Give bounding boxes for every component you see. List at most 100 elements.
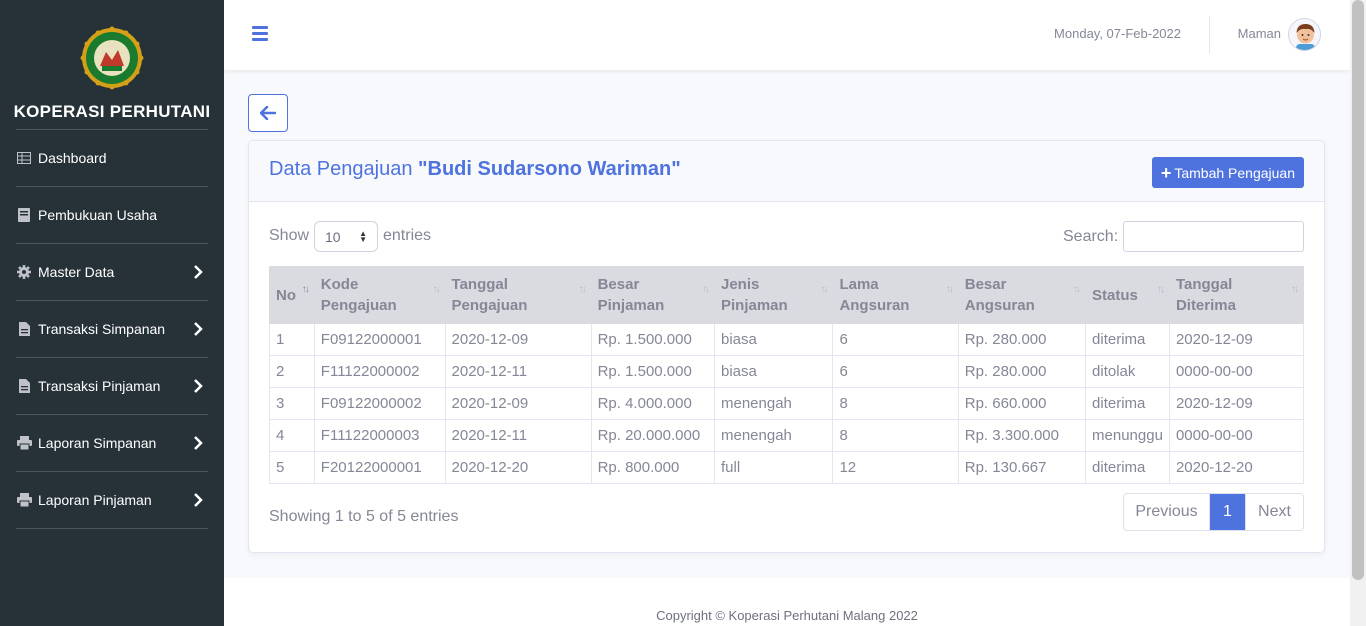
table-cell: Rp. 130.667 bbox=[957, 451, 1087, 484]
page-scrollbar[interactable] bbox=[1350, 0, 1366, 626]
table-cell: 2020-12-09 bbox=[444, 387, 592, 420]
back-button[interactable] bbox=[248, 94, 288, 132]
table-cell: Rp. 1.500.000 bbox=[590, 323, 716, 356]
sort-icon: ↑↓ bbox=[578, 284, 587, 295]
select-arrows-icon: ▲ ▼ bbox=[359, 229, 367, 244]
table-cell: Rp. 280.000 bbox=[957, 323, 1087, 356]
column-header[interactable]: No ↑↓ bbox=[269, 266, 315, 324]
sort-icon: ↑↓ bbox=[702, 284, 710, 295]
topbar-divider bbox=[1209, 16, 1210, 54]
column-header-line2: Pengajuan bbox=[451, 297, 528, 314]
column-header-line2: Angsuran bbox=[839, 297, 910, 314]
chevron-right-icon bbox=[194, 493, 203, 507]
table-cell: 2020-12-20 bbox=[444, 451, 592, 484]
table-cell: 2 bbox=[269, 355, 315, 388]
pengajuan-table: No ↑↓ Kode Pengajuan ↑↓ Tanggal Pengajuan ↑↓ Bes… bbox=[269, 266, 1305, 484]
chevron-right-icon bbox=[194, 322, 203, 336]
sidebar-item-label: Transaksi Pinjaman bbox=[38, 378, 161, 394]
tambah-pengajuan-button[interactable]: + Tambah Pengajuan bbox=[1151, 157, 1304, 188]
page-length-select[interactable]: 10 ▲ ▼ bbox=[314, 221, 378, 252]
footer: Copyright © Koperasi Perhutani Malang 20… bbox=[224, 578, 1350, 626]
sidebar-item-laporan-pinjaman[interactable]: Laporan Pinjaman bbox=[0, 472, 224, 528]
next-page-button[interactable]: Next bbox=[1245, 494, 1303, 530]
column-header-line1: Tanggal bbox=[1175, 276, 1233, 293]
table-cell: diterima bbox=[1085, 451, 1170, 484]
column-header[interactable]: Jenis Pinjaman ↑↓ bbox=[713, 266, 834, 324]
table-cell: F09122000001 bbox=[313, 323, 446, 356]
table-cell: menengah bbox=[713, 387, 834, 420]
chevron-right-icon bbox=[194, 265, 203, 279]
column-header-line2: Pinjaman bbox=[597, 297, 665, 314]
table-icon bbox=[16, 150, 32, 166]
column-header[interactable]: Lama Angsuran ↑↓ bbox=[832, 266, 959, 324]
sidebar-item-label: Pembukuan Usaha bbox=[38, 207, 158, 223]
search-label: Search: bbox=[1063, 228, 1119, 245]
table-cell: Rp. 20.000.000 bbox=[590, 419, 716, 452]
column-header[interactable]: Status ↑↓ bbox=[1085, 266, 1170, 324]
table-cell: Rp. 800.000 bbox=[590, 451, 716, 484]
table-cell: 2020-12-09 bbox=[444, 323, 592, 356]
arrow-left-icon bbox=[260, 106, 276, 120]
column-header-line1: Kode bbox=[320, 276, 359, 293]
koperasi-logo bbox=[80, 26, 144, 90]
sidebar-item-master-data[interactable]: Master Data bbox=[0, 244, 224, 300]
sort-icon: ↑↓ bbox=[1156, 284, 1165, 295]
entries-label: entries bbox=[383, 227, 432, 244]
column-header-line1: Tanggal bbox=[451, 276, 508, 293]
sidebar-divider bbox=[16, 528, 208, 529]
table-cell: menunggu bbox=[1085, 419, 1170, 452]
column-header[interactable]: Besar Pinjaman ↑↓ bbox=[590, 266, 716, 324]
column-header[interactable]: Tanggal Diterima ↑↓ bbox=[1168, 266, 1305, 324]
sidebar-item-transaksi-pinjaman[interactable]: Transaksi Pinjaman bbox=[0, 358, 224, 414]
sidebar-item-transaksi-simpanan[interactable]: Transaksi Simpanan bbox=[0, 301, 224, 357]
table-cell: 6 bbox=[832, 323, 959, 356]
hamburger-menu-icon[interactable] bbox=[252, 26, 268, 42]
sidebar-item-pembukuan-usaha[interactable]: Pembukuan Usaha bbox=[0, 187, 224, 243]
current-date: Monday, 07-Feb-2022 bbox=[1054, 26, 1181, 41]
table-cell: Rp. 1.500.000 bbox=[590, 355, 716, 388]
table-body: 1 F09122000001 2020-12-09 Rp. 1.500.000 bias… bbox=[269, 323, 1305, 484]
column-header[interactable]: Besar Angsuran ↑↓ bbox=[957, 266, 1087, 324]
show-label: Show bbox=[269, 227, 310, 244]
table-info: Showing 1 to 5 of 5 entries bbox=[269, 508, 459, 525]
table-cell: Rp. 660.000 bbox=[957, 387, 1087, 420]
column-header-line1: Jenis bbox=[721, 276, 760, 293]
chevron-right-icon bbox=[194, 436, 203, 450]
table-header-row: No ↑↓ Kode Pengajuan ↑↓ Tanggal Pengajuan ↑↓ Bes… bbox=[269, 266, 1305, 324]
table-cell: 2020-12-11 bbox=[444, 355, 592, 388]
column-header-line2: Pengajuan bbox=[320, 297, 397, 314]
table-cell: Rp. 4.000.000 bbox=[590, 387, 716, 420]
sidebar-item-laporan-simpanan[interactable]: Laporan Simpanan bbox=[0, 415, 224, 471]
table-row: 5 F20122000001 2020-12-20 Rp. 800.000 full 12… bbox=[269, 451, 1305, 484]
card-title-prefix: Data Pengajuan bbox=[269, 158, 413, 180]
table-cell: 2020-12-11 bbox=[444, 419, 592, 452]
previous-page-button[interactable]: Previous bbox=[1124, 494, 1210, 530]
table-row: 4 F11122000003 2020-12-11 Rp. 20.000.000 men… bbox=[269, 419, 1305, 452]
avatar[interactable] bbox=[1288, 18, 1321, 51]
brand-name: KOPERASI PERHUTANI bbox=[13, 102, 211, 121]
scrollbar-thumb[interactable] bbox=[1352, 0, 1364, 580]
column-header[interactable]: Kode Pengajuan ↑↓ bbox=[313, 266, 446, 324]
table-cell: full bbox=[713, 451, 834, 484]
column-header-line1: Lama bbox=[839, 276, 879, 293]
sort-icon: ↑↓ bbox=[945, 284, 954, 295]
table-cell: 8 bbox=[832, 419, 959, 452]
table-cell: biasa bbox=[713, 323, 834, 356]
table-cell: 5 bbox=[269, 451, 315, 484]
sidebar-item-dashboard[interactable]: Dashboard bbox=[0, 130, 224, 186]
pengajuan-card: Data Pengajuan "Budi Sudarsono Wariman" … bbox=[248, 140, 1325, 553]
user-name[interactable]: Maman bbox=[1238, 26, 1281, 41]
table-cell: 4 bbox=[269, 419, 315, 452]
plus-icon: + bbox=[1160, 162, 1172, 183]
table-cell: biasa bbox=[713, 355, 834, 388]
table-cell: 0000-00-00 bbox=[1168, 419, 1305, 452]
sort-icon: ↑↓ bbox=[1291, 284, 1299, 295]
search-input[interactable] bbox=[1123, 221, 1304, 252]
page-1-button[interactable]: 1 bbox=[1210, 494, 1245, 530]
member-name: "Budi Sudarsono Wariman" bbox=[418, 158, 681, 180]
page-length-value: 10 bbox=[325, 228, 341, 245]
column-header[interactable]: Tanggal Pengajuan ↑↓ bbox=[444, 266, 592, 324]
table-cell: Rp. 3.300.000 bbox=[957, 419, 1087, 452]
table-cell: 1 bbox=[269, 323, 315, 356]
sort-icon: ↑↓ bbox=[301, 284, 310, 295]
